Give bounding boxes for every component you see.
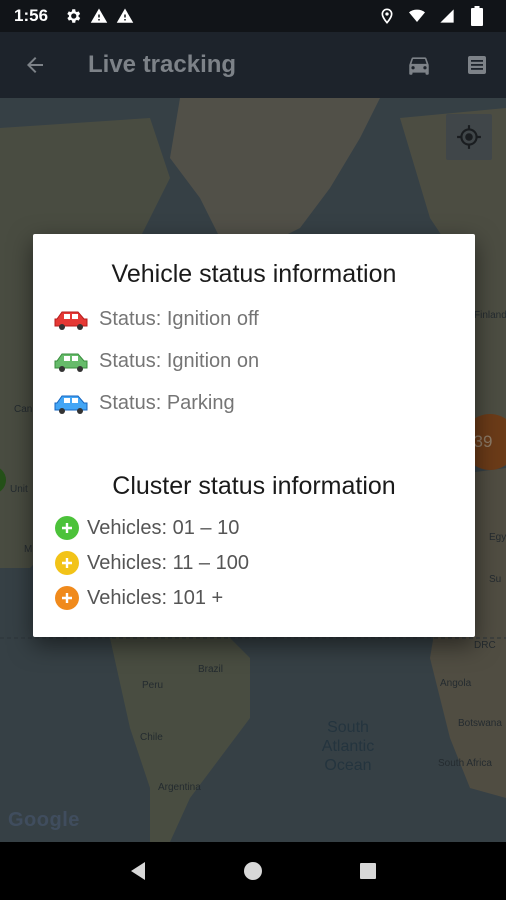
wifi-icon <box>406 5 428 27</box>
status-info-dialog: Vehicle status information Status: Ignit… <box>33 234 475 637</box>
cluster-status-title: Cluster status information <box>112 472 396 500</box>
vehicle-status-row-ignition-off: Status: Ignition off <box>53 308 259 331</box>
vehicle-status-label: Status: Ignition on <box>99 350 260 372</box>
gear-icon <box>62 5 84 27</box>
vehicle-status-label: Status: Ignition off <box>99 308 259 330</box>
cluster-label: Vehicles: 101 + <box>87 586 224 609</box>
plus-yellow-icon <box>55 551 79 575</box>
signal-icon <box>436 5 458 27</box>
back-button[interactable] <box>0 32 70 98</box>
app-bar: Live tracking <box>0 32 506 98</box>
warning-icon <box>114 5 136 27</box>
home-circle-icon <box>243 862 262 880</box>
list-button[interactable] <box>448 32 506 98</box>
vehicle-status-row-parking: Status: Parking <box>53 392 235 415</box>
vehicle-status-label: Status: Parking <box>99 392 235 414</box>
warning-icon <box>88 5 110 27</box>
location-pin-icon <box>376 5 398 27</box>
car-blue-icon <box>54 395 88 414</box>
cluster-label: Vehicles: 11 – 100 <box>87 551 249 574</box>
plus-green-icon <box>55 516 79 540</box>
nav-recents-button[interactable] <box>348 851 388 891</box>
car-icon <box>409 57 429 75</box>
cluster-label: Vehicles: 01 – 10 <box>87 516 240 539</box>
arrow-left-icon <box>27 57 43 73</box>
plus-orange-icon <box>55 586 79 610</box>
cluster-row-11-100: Vehicles: 11 – 100 <box>55 551 249 575</box>
car-green-icon <box>54 353 88 372</box>
cluster-row-101-plus: Vehicles: 101 + <box>55 586 223 610</box>
back-triangle-icon <box>130 862 145 880</box>
vehicle-status-row-ignition-on: Status: Ignition on <box>53 350 259 373</box>
car-red-icon <box>54 311 88 330</box>
nav-back-button[interactable] <box>118 851 158 891</box>
system-nav-bar <box>0 842 506 900</box>
status-time: 1:56 <box>14 6 49 25</box>
battery-icon <box>466 5 488 27</box>
vehicles-button[interactable] <box>390 32 448 98</box>
nav-home-button[interactable] <box>233 851 273 891</box>
vehicle-status-title: Vehicle status information <box>111 260 397 288</box>
list-icon <box>468 56 486 74</box>
page-title: Live tracking <box>88 51 237 78</box>
status-bar: 1:56 <box>0 0 506 32</box>
cluster-row-01-10: Vehicles: 01 – 10 <box>55 516 239 540</box>
recents-square-icon <box>360 863 377 879</box>
